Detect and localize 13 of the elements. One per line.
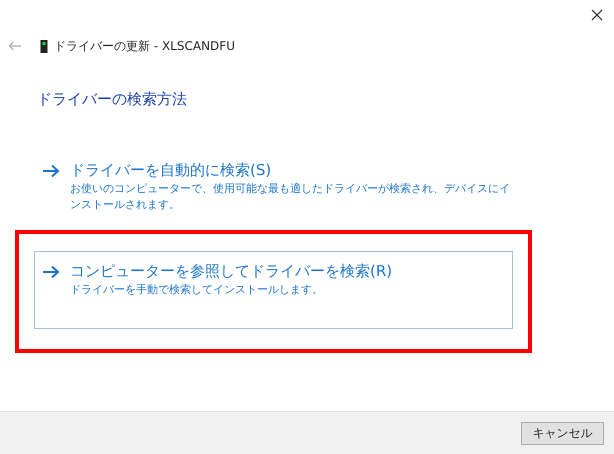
device-icon [40,40,48,52]
close-icon[interactable] [591,9,603,21]
option-description: お使いのコンピューターで、使用可能な最も適したドライバーが検索され、デバイスにインストールされます。 [70,180,510,212]
page-heading: ドライバーの検索方法 [37,89,188,110]
option-description: ドライバーを手動で検索してインストールします。 [70,282,324,298]
option-link[interactable]: ドライバーを自動的に検索(S) お使いのコンピューターで、使用可能な最も適したドライバーが検索され、デバイスにインストールされます。 [34,150,614,214]
arrow-right-icon [42,264,60,278]
option-title: ドライバーを自動的に検索(S) [70,160,272,180]
option-title: コンピューターを参照してドライバーを検索(R) [70,260,394,282]
arrow-right-icon [42,164,60,178]
cancel-button[interactable]: キャンセル [521,422,604,444]
option-link[interactable]: コンピューターを参照してドライバーを検索(R) ドライバーを手動で検索してインストールします。 [34,250,513,328]
window-title: ドライバーの更新 - XLSCANDFU [54,38,235,55]
